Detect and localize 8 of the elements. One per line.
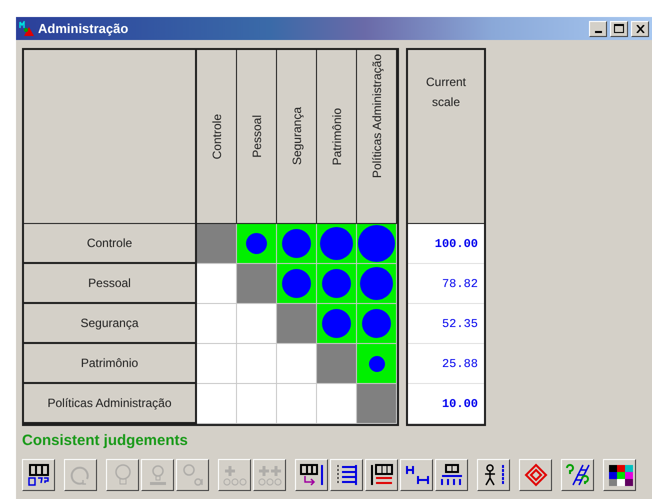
scale-value: 25.88 — [408, 344, 484, 384]
scale-value: 78.82 — [408, 264, 484, 304]
scale-value: 52.35 — [408, 304, 484, 344]
scale-header: Current scale — [408, 50, 484, 224]
scale-value: 100.00 — [408, 224, 484, 264]
scale-value: 10.00 — [408, 384, 484, 424]
window-title: Administração — [38, 21, 130, 36]
status-text: Consistent judgements — [22, 432, 189, 449]
